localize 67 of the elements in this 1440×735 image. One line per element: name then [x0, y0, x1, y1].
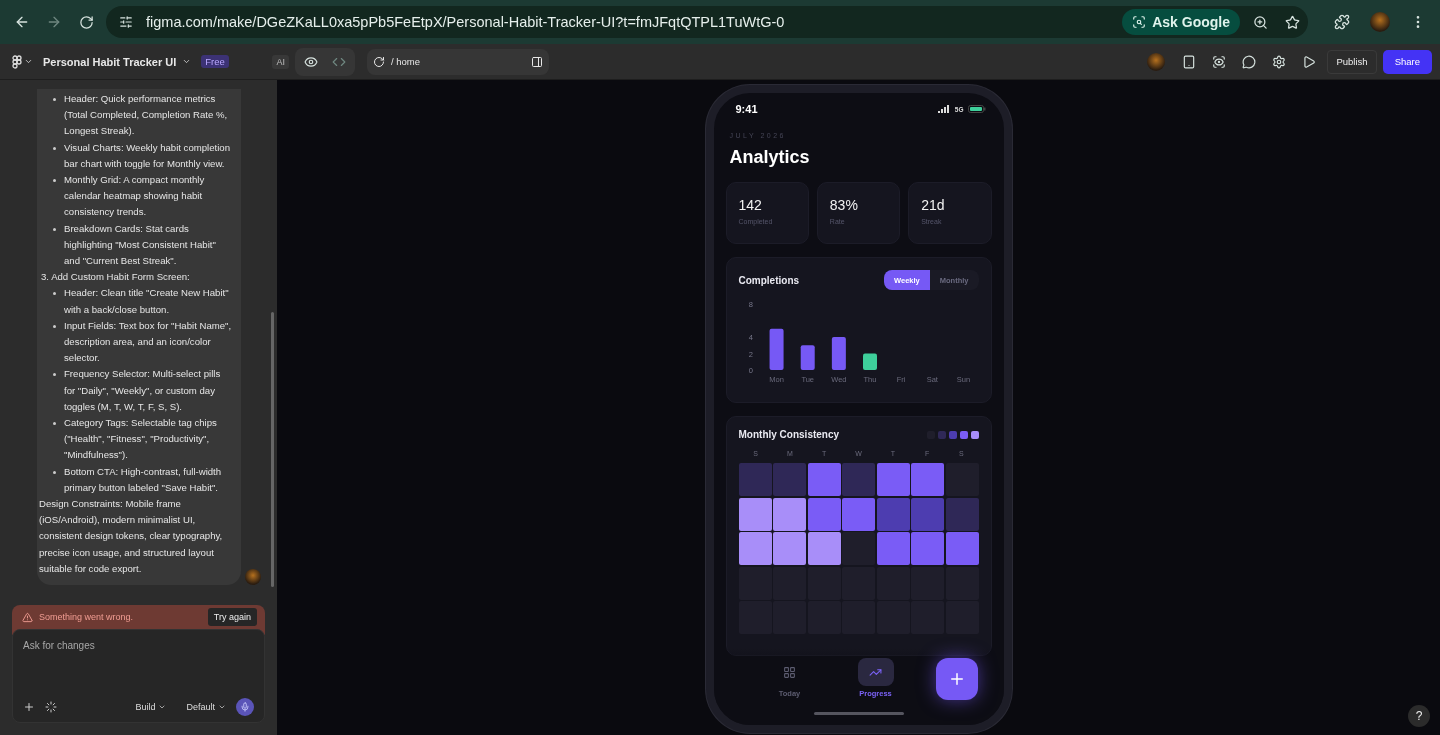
bar	[769, 328, 784, 370]
card-title: Monthly Consistency	[738, 429, 840, 440]
bullet-icon	[53, 178, 56, 182]
message-text: Design Constraints: Mobile frame (iOS/Android), modern minimalist UI, consistent design tokens, clear typography, precise icon usage, and structured layout suitable for code export.	[39, 497, 224, 576]
stat-value: 83%	[829, 197, 859, 213]
message-text: Category Tags: Selectable tag chips ("Health", "Fitness", "Productivity", "Mindfulness").	[64, 415, 218, 463]
ai-label[interactable]: AI	[272, 54, 289, 69]
lens-icon	[1132, 15, 1147, 29]
panel-icon[interactable]	[531, 55, 543, 68]
ask-google-button[interactable]: Ask Google	[1122, 9, 1240, 35]
bullet-icon	[53, 421, 56, 425]
message-text: Input Fields: Text box for "Habit Name", description area, and an icon/color selector.	[64, 318, 233, 366]
bullet-icon	[53, 373, 56, 377]
stat-value: 21d	[921, 197, 946, 213]
stat-value: 142	[738, 197, 763, 213]
address-bar[interactable]: figma.com/make/DGeZKaLL0xa5pPb5FeEtpX/Personal-Habit-Tracker-UI?t=fmJFqtQTPL1TuWtG-0 Ask Google	[106, 6, 1308, 38]
bar	[800, 345, 815, 370]
message-text: Header: Quick performance metrics (Total Completed, Completion Rate %, Longest Streak).	[64, 91, 229, 139]
status-time: 9:41	[735, 103, 759, 115]
chevron-down-icon[interactable]	[24, 57, 33, 66]
message-text: Bottom CTA: High-contrast, full-width primary button labeled "Save Habit".	[64, 464, 223, 495]
card-title: Completions	[738, 274, 800, 286]
microphone-button[interactable]	[236, 698, 254, 716]
bar	[862, 353, 877, 370]
bullet-icon	[53, 324, 56, 328]
bullet-icon	[53, 146, 56, 150]
path-bar[interactable]: / home	[367, 48, 549, 75]
mode-dropdown[interactable]: Build	[135, 702, 167, 712]
message-text: Frequency Selector: Multi-select pills for "Daily", "Weekly", or custom day toggles (M, T, W, T, F, S, S).	[64, 367, 222, 414]
grid-icon	[783, 665, 796, 679]
project-name[interactable]: Personal Habit Tracker UI	[43, 55, 177, 68]
plan-badge: Free	[201, 55, 229, 68]
bullet-icon	[53, 227, 56, 231]
error-text: Something went wrong.	[39, 612, 135, 622]
logo-icon[interactable]	[12, 54, 22, 69]
try-again-button[interactable]: Try again	[207, 608, 257, 626]
sparkle-icon[interactable]	[45, 701, 57, 713]
bar	[831, 337, 846, 370]
message-text: Header: Clean title "Create New Habit" with a back/close button.	[64, 286, 230, 317]
model-dropdown[interactable]: Default	[186, 702, 226, 712]
bullet-icon	[53, 470, 56, 474]
share-button[interactable]: Share	[1382, 49, 1432, 74]
chevron-down-icon	[158, 703, 167, 711]
help-button[interactable]: ?	[1408, 705, 1430, 727]
message-text: Monthly Grid: A compact monthly calendar heatmap showing habit consistency trends.	[64, 172, 206, 220]
plus-icon[interactable]	[23, 701, 35, 713]
signal-icon	[937, 105, 951, 113]
add-button[interactable]	[935, 658, 978, 700]
bullet-icon	[53, 292, 56, 296]
chevron-down-icon	[218, 703, 226, 711]
reload-icon[interactable]	[373, 55, 385, 68]
chevron-down-icon[interactable]	[182, 57, 192, 66]
message-text: 3. Add Custom Habit Form Screen:	[41, 270, 190, 285]
warning-icon	[22, 611, 33, 623]
bullet-icon	[53, 97, 56, 101]
avatar[interactable]	[1147, 52, 1166, 71]
message-text: Visual Charts: Weekly habit completion bar chart with toggle for Monthly view.	[64, 140, 232, 171]
path-text: / home	[391, 56, 422, 67]
microphone-icon	[240, 702, 250, 712]
chat-input[interactable]: Ask for changes Build Default	[12, 629, 265, 723]
message-text: Breakdown Cards: Stat cards highlighting "Most Consistent Habit" and "Current Best Streak".	[64, 221, 217, 268]
avatar	[245, 569, 261, 585]
publish-button[interactable]: Publish	[1327, 49, 1377, 74]
url-text: figma.com/make/DGeZKaLL0xa5pPb5FeEtpX/Personal-Habit-Tracker-UI?t=fmJFqtQTPL1TuWtG-0	[146, 14, 786, 30]
battery-icon	[967, 105, 986, 113]
screen-title: Analytics	[728, 147, 811, 168]
avatar[interactable]	[1370, 12, 1390, 32]
